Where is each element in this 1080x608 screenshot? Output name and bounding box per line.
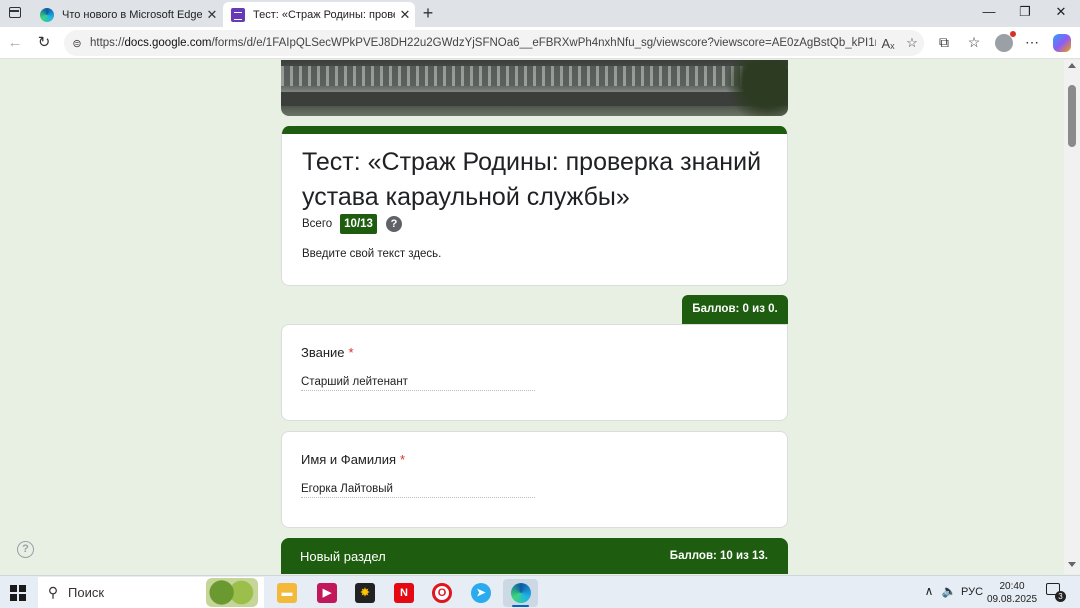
extensions-icon[interactable]: ⧉: [934, 34, 954, 52]
section-score: Баллов: 10 из 13.: [669, 550, 768, 562]
tab-actions-icon[interactable]: [6, 5, 24, 21]
url-domain: docs.google.com: [124, 37, 212, 49]
total-score-row: Всего 10/13 ?: [302, 214, 402, 234]
title-accent-bar: [282, 126, 787, 134]
section-title: Новый раздел: [300, 549, 386, 564]
scroll-down-arrow-icon[interactable]: [1068, 562, 1076, 567]
edge-icon: [40, 7, 54, 22]
windows-start-icon[interactable]: [10, 585, 26, 601]
profile-avatar[interactable]: [994, 31, 1016, 52]
file-explorer-icon[interactable]: ▬: [273, 579, 301, 607]
edge-taskbar-icon[interactable]: [503, 579, 538, 607]
yellow-app-icon[interactable]: ✸: [351, 579, 379, 607]
form-description: Введите свой текст здесь.: [302, 248, 442, 260]
language-indicator[interactable]: РУС: [961, 586, 983, 598]
url-path: /forms/d/e/1FAIpQLSecWPkPVEJ8DH22u2GWdzY…: [211, 37, 876, 49]
form-title-card: Тест: «Страж Родины: проверка знаний уст…: [281, 126, 788, 286]
tab-google-form[interactable]: Тест: «Страж Родины: проверка ✕: [223, 2, 415, 27]
minimize-button[interactable]: —: [974, 4, 1004, 19]
taskbar-search[interactable]: ⚲ Поиск: [38, 577, 264, 608]
taskbar: ⚲ Поиск ▬ ▶ ✸ N O ➤ ∧ 🔈 РУС 20:40 09.08.…: [0, 575, 1080, 608]
address-bar[interactable]: ⊜ https://docs.google.com/forms/d/e/1FAI…: [64, 30, 924, 56]
more-options-icon[interactable]: ⋯: [1022, 34, 1042, 52]
tab-close-icon[interactable]: ✕: [395, 7, 415, 23]
tab-title: Тест: «Страж Родины: проверка: [253, 8, 395, 21]
page-scrollbar[interactable]: [1064, 60, 1080, 574]
section-header: Новый раздел Баллов: 10 из 13.: [281, 538, 788, 574]
total-label: Всего: [302, 218, 333, 230]
form-title: Тест: «Страж Родины: проверка знаний уст…: [302, 148, 762, 211]
clock-date: 09.08.2025: [986, 594, 1038, 605]
close-window-button[interactable]: ✕: [1046, 4, 1076, 20]
maximize-button[interactable]: ❐: [1010, 4, 1040, 20]
forms-icon: [231, 7, 245, 22]
read-aloud-icon[interactable]: Aₓ: [876, 36, 900, 51]
tab-title: Что нового в Microsoft Edge: [62, 8, 202, 21]
add-favorite-icon[interactable]: ☆: [900, 35, 924, 51]
netflix-icon[interactable]: N: [390, 579, 418, 607]
url-text[interactable]: https://docs.google.com/forms/d/e/1FAIpQ…: [90, 37, 876, 49]
new-tab-button[interactable]: +: [419, 3, 437, 24]
question-card-name: Имя и Фамилия * Егорка Лайтовый: [281, 431, 788, 528]
question-card-rank: Звание * Старший лейтенант: [281, 324, 788, 421]
url-prefix: https://: [90, 37, 125, 49]
clock[interactable]: 20:40 09.08.2025: [986, 580, 1038, 606]
answer-text: Старший лейтенант: [301, 376, 535, 391]
refresh-button[interactable]: ↻: [34, 33, 54, 53]
favorites-icon[interactable]: ☆: [964, 34, 984, 52]
speaker-icon[interactable]: 🔈: [940, 584, 958, 598]
question-label: Звание *: [301, 345, 354, 360]
back-button[interactable]: ←: [5, 33, 25, 53]
section-points-badge: Баллов: 0 из 0.: [682, 295, 788, 324]
tab-strip: Что нового в Microsoft Edge ✕ Тест: «Стр…: [0, 0, 1080, 27]
browser-toolbar: ← ↻ ⊜ https://docs.google.com/forms/d/e/…: [0, 27, 1080, 59]
page-viewport: Тест: «Страж Родины: проверка знаний уст…: [0, 60, 1064, 574]
form-header-image: [281, 60, 788, 116]
scrollbar-thumb[interactable]: [1068, 85, 1076, 147]
clock-time: 20:40: [999, 581, 1025, 592]
notifications-icon[interactable]: 3: [1046, 583, 1066, 602]
opera-icon[interactable]: O: [428, 579, 456, 607]
copilot-icon[interactable]: [1052, 34, 1072, 52]
question-label: Имя и Фамилия *: [301, 452, 406, 467]
required-marker: *: [348, 345, 354, 360]
search-label: Поиск: [68, 585, 105, 600]
scroll-up-arrow-icon[interactable]: [1068, 63, 1076, 68]
answer-text: Егорка Лайтовый: [301, 483, 535, 498]
site-info-icon[interactable]: ⊜: [64, 37, 90, 50]
required-marker: *: [400, 452, 406, 467]
help-icon[interactable]: ?: [17, 541, 34, 558]
notification-count: 3: [1055, 591, 1066, 602]
search-highlight-image: [206, 578, 258, 607]
media-app-icon[interactable]: ▶: [313, 579, 341, 607]
tab-close-icon[interactable]: ✕: [202, 7, 222, 23]
telegram-icon[interactable]: ➤: [467, 579, 495, 607]
tray-overflow-chevron-icon[interactable]: ∧: [920, 584, 938, 598]
score-help-icon[interactable]: ?: [385, 216, 402, 232]
search-icon: ⚲: [47, 584, 59, 600]
tab-edge-whats-new[interactable]: Что нового в Microsoft Edge ✕: [32, 2, 222, 27]
total-score-badge: 10/13: [340, 214, 377, 234]
